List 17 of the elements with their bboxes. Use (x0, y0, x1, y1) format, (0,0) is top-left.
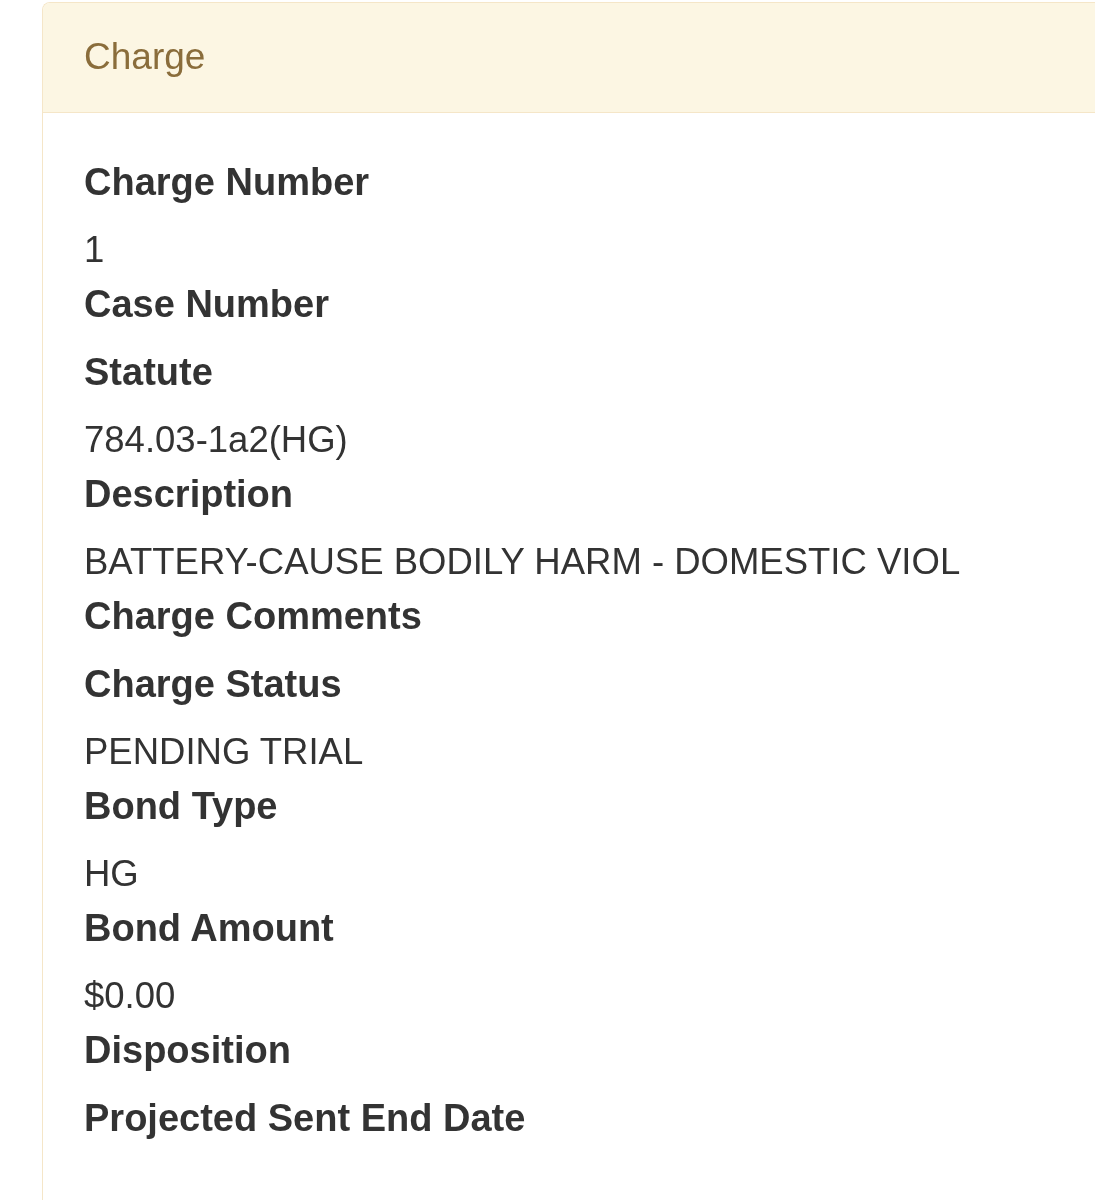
field-value: 784.03-1a2(HG) (84, 418, 349, 462)
field-label: Statute (84, 350, 214, 395)
field-value: $0.00 (84, 974, 177, 1018)
panel-title: Charge (84, 35, 206, 80)
field-label: Charge Status (84, 662, 343, 707)
field-label: Charge Comments (84, 594, 423, 639)
field-label: Bond Amount (84, 906, 335, 951)
field-value: 1 (84, 228, 106, 272)
field-value: BATTERY-CAUSE BODILY HARM - DOMESTIC VIOL (84, 540, 962, 584)
field-label: Disposition (84, 1028, 292, 1073)
field-label: Projected Sent End Date (84, 1096, 527, 1141)
field-label: Charge Number (84, 160, 371, 205)
field-label: Description (84, 472, 295, 517)
field-value: PENDING TRIAL (84, 730, 365, 774)
field-label: Bond Type (84, 784, 279, 829)
field-label: Case Number (84, 282, 330, 327)
field-value: HG (84, 852, 140, 896)
